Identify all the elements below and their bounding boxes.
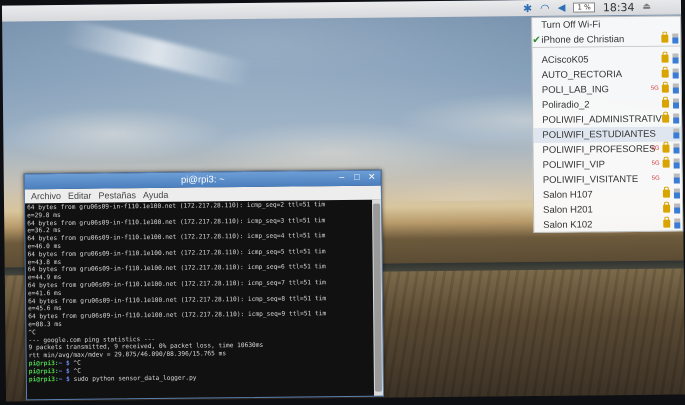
signal-icon (672, 53, 679, 64)
wifi-network-item[interactable]: POLIWIFI_VISITANTE 5G (534, 171, 682, 188)
lock-icon (661, 99, 670, 108)
system-tray: ✱ ◠ ◀ 1 % 18:34 ⏏ (523, 0, 651, 16)
connected-network-item[interactable]: ✔ iPhone de Christian (532, 31, 681, 49)
band-badge: 5G (651, 175, 660, 182)
signal-icon (673, 188, 681, 199)
wifi-network-label: Poliradio_2 (541, 99, 590, 111)
wifi-network-label: Salon H201 (543, 204, 593, 216)
terminal-line-text: sudo python sensor_data_logger.py (69, 374, 197, 383)
wifi-network-item[interactable]: AUTO_RECTORIA (533, 66, 681, 83)
terminal-line-text: e=44.9 ms (27, 274, 62, 282)
minimize-button[interactable]: – (336, 172, 348, 184)
band-badge: 5G (650, 85, 659, 92)
eject-icon[interactable]: ⏏ (642, 2, 651, 12)
wifi-network-item[interactable]: POLIWIFI_VIP 5G (534, 156, 682, 173)
wifi-network-label: AUTO_RECTORIA (541, 69, 623, 81)
wifi-network-label: POLI_LAB_ING (541, 84, 609, 96)
lock-icon (661, 34, 669, 43)
terminal-line-text: ^C (69, 367, 82, 375)
signal-icon (673, 113, 680, 124)
menu-item[interactable]: Ayuda (143, 188, 169, 202)
shell-path: ~ $ (58, 375, 70, 383)
wifi-network-item[interactable]: Poliradio_2 (533, 96, 681, 113)
wifi-network-label: Salon K102 (543, 219, 593, 231)
shell-prompt: pi@rpi3: (28, 367, 59, 376)
bluetooth-icon[interactable]: ✱ (523, 2, 532, 15)
signal-icon (672, 98, 680, 109)
lock-icon (661, 84, 669, 93)
terminal-output[interactable]: 64 bytes from gru06s09-in-f110.1e100.net… (25, 200, 374, 400)
connected-network-label: iPhone de Christian (541, 34, 625, 46)
signal-icon (672, 68, 679, 79)
terminal-line-text: e=36.2 ms (27, 227, 61, 235)
lock-icon (663, 219, 671, 228)
wifi-network-label: POLIWIFI_VISITANTE (542, 173, 639, 186)
band-badge: 5G (651, 145, 660, 152)
terminal-line-text: e=88.3 ms (28, 320, 62, 329)
wifi-network-item[interactable]: POLIWIFI_ESTUDIANTES (533, 126, 682, 144)
turn-off-wifi-label: Turn Off Wi-Fi (541, 19, 601, 31)
menu-item[interactable]: Archivo (31, 189, 61, 203)
scrollbar-thumb[interactable] (373, 203, 383, 392)
lock-icon (662, 189, 670, 198)
signal-icon (673, 143, 680, 154)
volume-icon[interactable]: ◀ (558, 2, 566, 13)
band-badge: 5G (651, 160, 660, 167)
wifi-network-item[interactable]: POLIWIFI_PROFESORES 5G (533, 141, 681, 158)
terminal-line-text: e=43.8 ms (27, 258, 62, 266)
terminal-line-text: e=45.6 ms (28, 305, 62, 313)
signal-icon (673, 128, 680, 139)
signal-icon (673, 173, 680, 184)
terminal-line-text: e=46.0 ms (27, 242, 62, 251)
maximize-button[interactable]: □ (351, 172, 363, 184)
signal-icon (674, 203, 681, 214)
wifi-network-label: POLIWIFI_ADMINISTRATIVO (542, 113, 670, 126)
close-button[interactable]: ✕ (366, 172, 378, 184)
wifi-network-label: POLIWIFI_VIP (542, 159, 605, 171)
menu-item[interactable]: Pestañas (98, 188, 136, 202)
menu-item[interactable]: Editar (68, 189, 92, 203)
signal-icon (674, 218, 681, 229)
wifi-network-item[interactable]: ACiscoK05 (532, 51, 680, 68)
signal-icon (672, 83, 679, 94)
terminal-line-text: ^C (28, 328, 36, 337)
shell-path: ~ $ (58, 359, 70, 367)
lock-icon (662, 144, 670, 153)
wifi-network-label: POLIWIFI_ESTUDIANTES (542, 128, 656, 141)
wifi-network-item[interactable]: POLIWIFI_ADMINISTRATIVO (533, 111, 681, 128)
clock[interactable]: 18:34 (603, 0, 635, 13)
terminal-line-text: ^C (69, 359, 81, 367)
wifi-network-item[interactable]: Salon K102 (534, 216, 682, 233)
shell-prompt: pi@rpi3: (28, 375, 59, 383)
desktop: ✱ ◠ ◀ 1 % 18:34 ⏏ Turn Off Wi-Fi ✔ iPhon… (1, 0, 685, 402)
terminal-window[interactable]: pi@rpi3: ~ – □ ✕ Archivo Editar Pestañas Ay… (23, 169, 385, 401)
lock-icon (661, 69, 669, 78)
shell-path: ~ $ (58, 367, 70, 375)
wifi-network-label: ACiscoK05 (541, 54, 589, 66)
lock-icon (661, 54, 669, 63)
check-icon: ✔ (532, 34, 541, 47)
turn-off-wifi-item[interactable]: Turn Off Wi-Fi (532, 16, 680, 33)
wifi-network-item[interactable]: POLI_LAB_ING 5G (533, 81, 681, 98)
wifi-dropdown-menu: Turn Off Wi-Fi ✔ iPhone de Christian ACi… (531, 15, 684, 234)
wifi-network-item[interactable]: Salon H107 (534, 186, 682, 203)
lock-icon (662, 159, 670, 168)
terminal-scrollbar[interactable] (371, 199, 384, 396)
wifi-icon[interactable]: ◠ (540, 1, 550, 14)
signal-icon (673, 158, 680, 169)
terminal-line-text: e=41.6 ms (27, 289, 62, 298)
terminal-line-text: rtt min/avg/max/mdev = 29.875/46.090/88.… (28, 350, 227, 360)
signal-icon (672, 33, 679, 44)
lock-icon (663, 204, 671, 213)
wifi-network-label: Salon H107 (542, 189, 593, 201)
cpu-monitor[interactable]: 1 % (573, 2, 595, 13)
wifi-network-item[interactable]: Salon H201 (534, 201, 682, 218)
wifi-network-label: POLIWIFI_PROFESORES (542, 143, 656, 156)
lock-icon (662, 114, 670, 123)
terminal-title: pi@rpi3: ~ (180, 174, 225, 186)
terminal-line-text: e=29.8 ms (27, 211, 61, 220)
shell-prompt: pi@rpi3: (28, 359, 59, 368)
